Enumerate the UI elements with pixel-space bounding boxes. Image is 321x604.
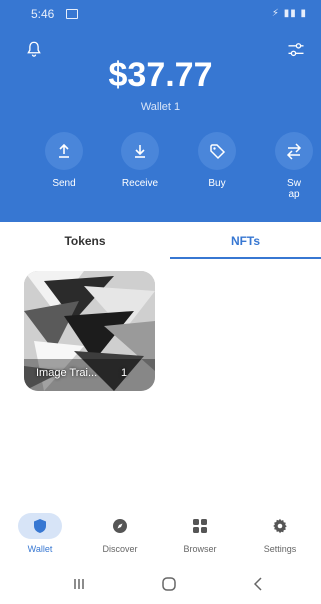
download-icon xyxy=(135,145,145,158)
upload-icon xyxy=(59,143,69,158)
recent-apps-icon[interactable] xyxy=(70,575,88,593)
tab-nfts[interactable]: NFTs xyxy=(170,222,321,260)
nav-settings-label: Settings xyxy=(263,544,297,554)
status-icons: ⚡ ▮▮ ▮ xyxy=(271,8,307,19)
tab-tokens[interactable]: Tokens xyxy=(0,222,170,260)
wallet-header: 5:46 ⚡ ▮▮ ▮ $37.77 Wallet 1 Send Receive… xyxy=(0,0,321,222)
nav-wallet[interactable]: Wallet xyxy=(0,505,80,554)
shield-icon xyxy=(34,519,46,533)
nav-wallet-label: Wallet xyxy=(27,544,53,554)
swap-circle xyxy=(275,132,313,170)
swap-label-text: Sw ap xyxy=(287,178,301,200)
nav-wallet-pill xyxy=(18,513,62,539)
buy-label: Buy xyxy=(208,178,226,189)
active-tab-indicator xyxy=(170,257,321,259)
buy-circle xyxy=(198,132,236,170)
send-button[interactable]: Send xyxy=(34,132,94,189)
swap-icon xyxy=(286,143,302,160)
send-label: Send xyxy=(52,178,76,189)
send-circle xyxy=(45,132,83,170)
buy-button[interactable]: Buy xyxy=(187,132,247,189)
nav-discover-pill xyxy=(98,513,142,539)
nav-settings[interactable]: Settings xyxy=(240,505,320,554)
bottom-navigation: Wallet Discover Browser Settings xyxy=(0,505,321,565)
gallery-notification-icon xyxy=(66,9,78,19)
nft-collection-name: Image Trai... xyxy=(36,367,98,379)
home-icon[interactable] xyxy=(160,575,178,593)
nav-discover[interactable]: Discover xyxy=(80,505,160,554)
nav-settings-pill xyxy=(258,513,302,539)
receive-circle xyxy=(121,132,159,170)
balance-amount: $37.77 xyxy=(108,56,213,94)
swap-button[interactable]: Sw ap xyxy=(264,132,321,200)
wallet-name[interactable]: Wallet 1 xyxy=(0,101,321,113)
compass-icon xyxy=(113,519,127,533)
status-bar: 5:46 ⚡ ▮▮ ▮ xyxy=(0,0,321,28)
nft-collection-card[interactable]: Image Trai... 1 xyxy=(24,271,155,391)
receive-label: Receive xyxy=(121,178,159,189)
nav-browser-label: Browser xyxy=(183,544,217,554)
back-icon[interactable] xyxy=(250,575,268,593)
nav-browser[interactable]: Browser xyxy=(160,505,240,554)
grid-icon xyxy=(193,519,207,533)
status-time: 5:46 xyxy=(31,7,55,21)
nav-discover-label: Discover xyxy=(102,544,138,554)
nav-browser-pill xyxy=(178,513,222,539)
tag-icon xyxy=(210,144,226,160)
asset-tabs: Tokens NFTs xyxy=(0,222,321,260)
nft-count-badge: 1 xyxy=(121,367,128,379)
system-navigation-bar xyxy=(0,565,321,604)
receive-button[interactable]: Receive xyxy=(110,132,170,189)
swap-label: Sw ap xyxy=(264,178,321,200)
gear-icon xyxy=(273,518,287,534)
